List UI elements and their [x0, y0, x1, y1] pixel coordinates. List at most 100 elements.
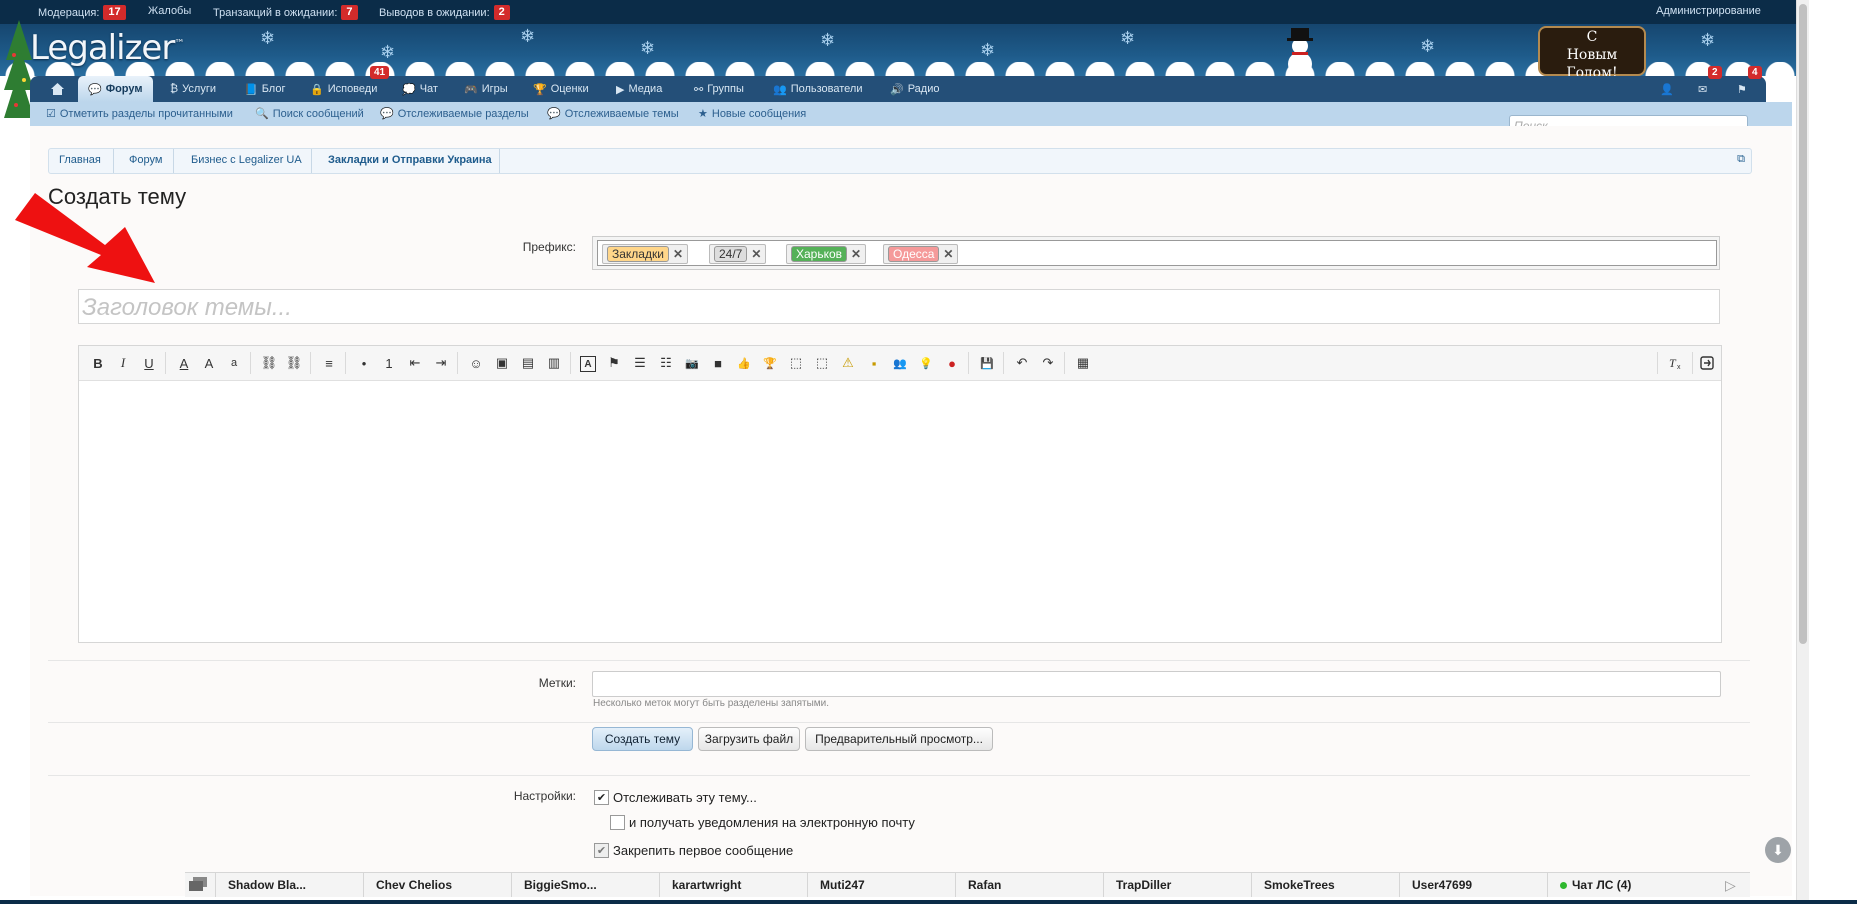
remove-icon[interactable]: ✕	[751, 247, 761, 261]
preview-button[interactable]: Предварительный просмотр...	[805, 727, 993, 751]
image-icon[interactable]: ▣	[491, 352, 513, 374]
message-editor[interactable]: B I U A A a ⛓ ⛓ ≡ • 1 ⇤ ⇥ ☺ ▣ ▤ ▥ A ⚑ ☰ …	[78, 345, 1722, 643]
prefix-chip[interactable]: 24/7 ✕	[709, 244, 767, 264]
list-icon[interactable]: ☰	[629, 352, 651, 374]
insert-icon[interactable]: ▥	[543, 352, 565, 374]
remove-icon[interactable]: ✕	[943, 247, 953, 261]
prefix-chip[interactable]: Закладки ✕	[602, 244, 688, 264]
tab-blog[interactable]: 📘 Блог	[244, 76, 285, 102]
thread-title-input[interactable]: Заголовок темы...	[78, 289, 1720, 324]
private-chat-tab[interactable]: Чат ЛС (4)	[1547, 873, 1721, 897]
breadcrumb-item[interactable]: Форум	[129, 154, 162, 166]
prefix-chip[interactable]: Харьков ✕	[786, 244, 867, 264]
tab-forum[interactable]: 💬 Форум	[78, 76, 153, 102]
tags-input[interactable]	[592, 671, 1721, 697]
font-size-icon[interactable]: A	[198, 352, 220, 374]
tab-services[interactable]: ₿ Услуги	[170, 76, 216, 102]
thumbs-up-icon[interactable]: 👍	[733, 352, 755, 374]
tab-ratings[interactable]: 🏆 Оценки	[533, 76, 589, 102]
watch-thread-option[interactable]: ✔ Отслеживать эту тему...	[594, 790, 757, 805]
email-notify-option[interactable]: и получать уведомления на электронную по…	[610, 815, 915, 830]
inbox-button[interactable]: ✉	[1698, 76, 1707, 102]
tab-confessions[interactable]: 🔒 Исповеди	[310, 76, 377, 102]
breadcrumb-current[interactable]: Закладки и Отправки Украина	[328, 154, 492, 166]
chat-user-tab[interactable]: BiggieSmo...	[511, 873, 659, 897]
align-icon[interactable]: ≡	[318, 352, 340, 374]
chat-user-tab[interactable]: TrapDiller	[1103, 873, 1251, 897]
camera-icon[interactable]: 📷	[681, 352, 703, 374]
sticky-first-post-checkbox[interactable]: ✔	[594, 843, 609, 858]
table-icon[interactable]: ▦	[1072, 352, 1094, 374]
new-posts-link[interactable]: ★ Новые сообщения	[698, 107, 806, 121]
watch-thread-checkbox[interactable]: ✔	[594, 790, 609, 805]
reports-link[interactable]: Жалобы	[148, 5, 191, 17]
tab-games[interactable]: 🎮 Игры	[464, 76, 508, 102]
font-family-icon[interactable]: a	[223, 352, 245, 374]
bbcode-a-icon[interactable]: A	[580, 356, 596, 372]
create-thread-button[interactable]: Создать тему	[592, 727, 693, 751]
moderation-link[interactable]: Модерация: 17	[38, 5, 126, 20]
prefix-chip[interactable]: Одесса ✕	[883, 244, 959, 264]
upload-file-button[interactable]: Загрузить файл	[698, 727, 800, 751]
watched-threads-link[interactable]: 💬 Отслеживаемые темы	[547, 107, 679, 121]
link-icon[interactable]: ⛓	[258, 352, 280, 374]
watched-forums-link[interactable]: 💬 Отслеживаемые разделы	[380, 107, 529, 121]
unlink-icon[interactable]: ⛓	[283, 352, 305, 374]
tab-users[interactable]: 👥 Пользователи	[773, 76, 863, 102]
tab-home[interactable]	[40, 76, 74, 102]
tab-chat[interactable]: 💭 Чат	[402, 76, 438, 102]
chat-user-tab[interactable]: Muti247	[807, 873, 955, 897]
tab-radio[interactable]: 🔊 Радио	[890, 76, 939, 102]
group-icon[interactable]: 👥	[889, 352, 911, 374]
scrollbar-thumb[interactable]	[1799, 4, 1807, 644]
outdent-icon[interactable]: ⇤	[404, 352, 426, 374]
chat-user-tab[interactable]: Shadow Bla...	[215, 873, 363, 897]
chat-toggle-icon[interactable]	[189, 877, 207, 896]
breadcrumb-item[interactable]: Бизнес с Legalizer UA	[191, 154, 302, 166]
user-menu-button[interactable]: 👤	[1660, 76, 1674, 102]
save-draft-icon[interactable]: 💾	[976, 352, 998, 374]
hide-icon[interactable]: ⬚	[785, 352, 807, 374]
warning-icon[interactable]: ⚠	[837, 352, 859, 374]
jump-to-icon[interactable]: ⧉	[1737, 153, 1745, 166]
spoiler-icon[interactable]: ☷	[655, 352, 677, 374]
mark-forums-read-link[interactable]: ☑ Отметить разделы прочитанными	[46, 107, 233, 121]
trophy-icon[interactable]: 🏆	[759, 352, 781, 374]
remove-icon[interactable]: ✕	[851, 247, 861, 261]
indent-icon[interactable]: ⇥	[430, 352, 452, 374]
numbered-list-icon[interactable]: 1	[378, 352, 400, 374]
search-posts-link[interactable]: 🔍 Поиск сообщений	[255, 107, 364, 121]
email-notify-checkbox[interactable]	[610, 815, 625, 830]
site-logo[interactable]: Legalizer™	[30, 28, 184, 68]
chat-user-tab[interactable]: Rafan	[955, 873, 1103, 897]
redo-icon[interactable]: ↷	[1037, 352, 1059, 374]
underline-icon[interactable]: U	[138, 352, 160, 374]
smilie-icon[interactable]: ☺	[465, 352, 487, 374]
pending-withdrawals-link[interactable]: Выводов в ожидании: 2	[379, 5, 510, 20]
media-icon[interactable]: ▤	[517, 352, 539, 374]
quote-icon[interactable]: ■	[707, 352, 729, 374]
pending-transactions-link[interactable]: Транзакций в ожидании: 7	[213, 5, 358, 20]
alerts-button[interactable]: ⚑	[1737, 76, 1747, 102]
scroll-down-button[interactable]: ⬇	[1765, 837, 1791, 863]
tab-groups[interactable]: ⚯ Группы	[694, 76, 744, 102]
sticky-first-post-option[interactable]: ✔ Закрепить первое сообщение	[594, 843, 793, 858]
bullet-list-icon[interactable]: •	[353, 352, 375, 374]
record-icon[interactable]: ●	[941, 352, 963, 374]
bold-icon[interactable]: B	[87, 352, 109, 374]
chat-user-tab[interactable]: karartwright	[659, 873, 807, 897]
undo-icon[interactable]: ↶	[1011, 352, 1033, 374]
chat-user-tab[interactable]: SmokeTrees	[1251, 873, 1399, 897]
page-scrollbar[interactable]	[1796, 0, 1809, 904]
prefix-selector[interactable]: Закладки ✕ 24/7 ✕ Харьков ✕ Одесса ✕	[592, 236, 1720, 270]
font-color-icon[interactable]: A	[173, 352, 195, 374]
flag-icon[interactable]: ⚑	[603, 352, 625, 374]
toggle-bbcode-icon[interactable]	[1696, 352, 1718, 374]
admin-link[interactable]: Администрирование	[1656, 5, 1761, 17]
chat-next-icon[interactable]: ▷	[1725, 877, 1736, 894]
chat-user-tab[interactable]: User47699	[1399, 873, 1547, 897]
users-hide-icon[interactable]: ⬚	[811, 352, 833, 374]
remove-icon[interactable]: ✕	[673, 247, 683, 261]
note-icon[interactable]: ▪	[863, 352, 885, 374]
breadcrumb-item[interactable]: Главная	[59, 154, 101, 166]
